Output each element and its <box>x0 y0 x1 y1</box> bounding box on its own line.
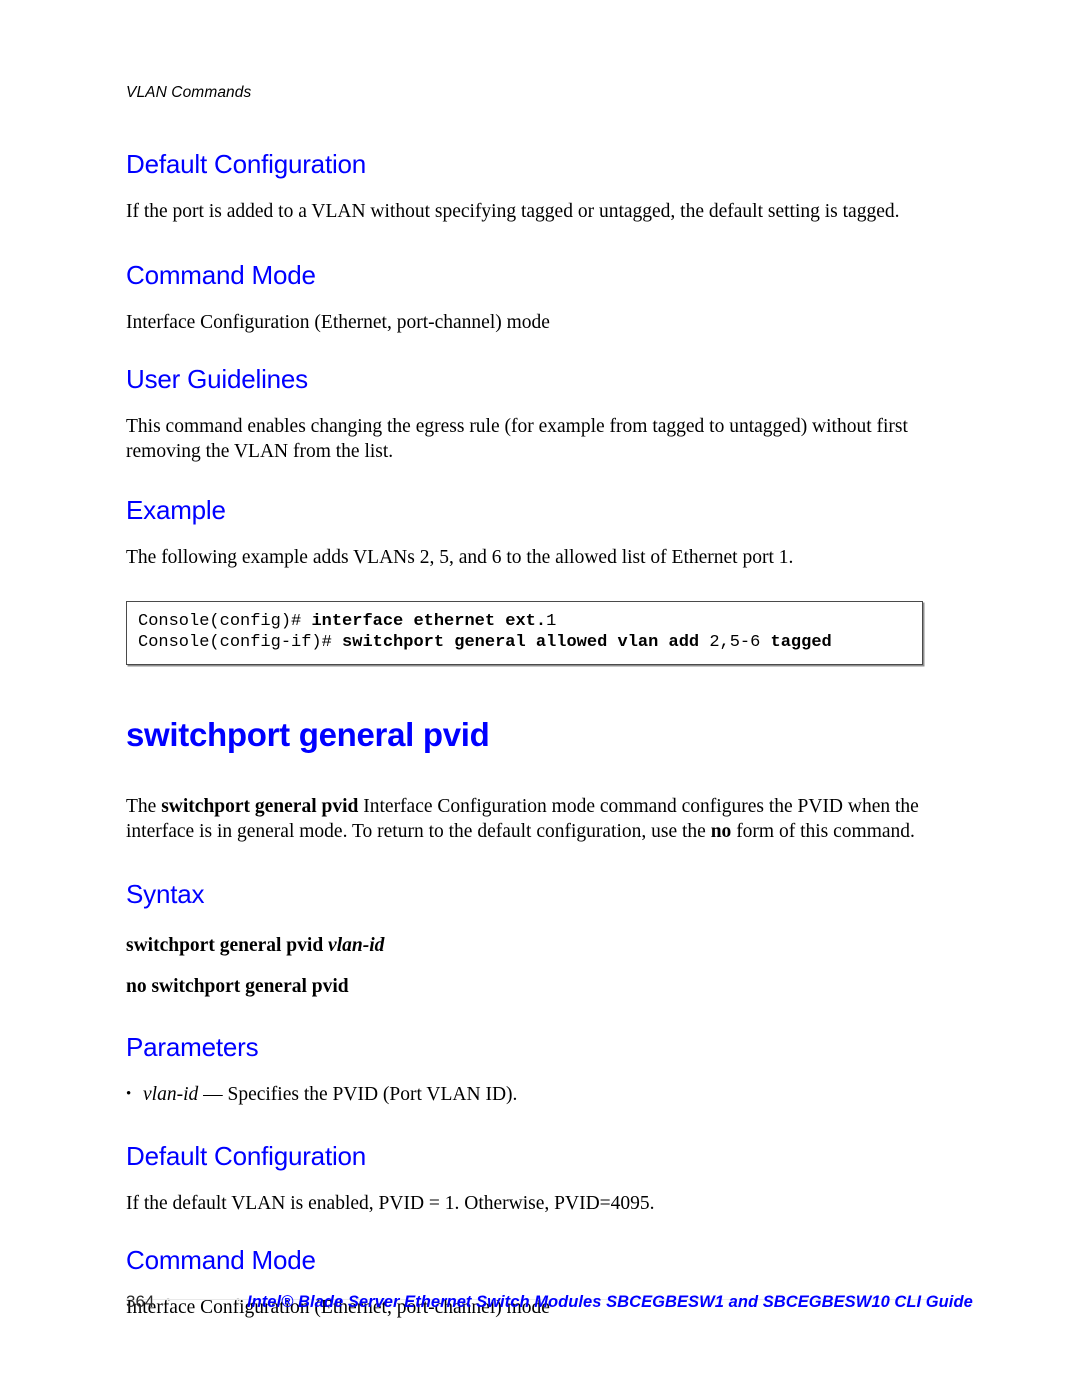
parameters-list: vlan-id — Specifies the PVID (Port VLAN … <box>126 1082 956 1108</box>
body-command-intro: The switchport general pvid Interface Co… <box>126 795 956 844</box>
console-prompt-2: Console(config-if)# <box>138 633 343 653</box>
parameter-separator: — <box>198 1084 228 1106</box>
syntax-line-2: no switchport general pvid <box>126 975 956 1000</box>
syntax-command: switchport general pvid <box>126 935 329 957</box>
body-command-mode-1: Interface Configuration (Ethernet, port-… <box>126 311 550 333</box>
command-title: switchport general pvid <box>126 715 490 753</box>
syntax-parameter: vlan-id <box>328 935 385 957</box>
console-command-1: interface ethernet ext. <box>311 611 547 631</box>
list-item: vlan-id — Specifies the PVID (Port VLAN … <box>126 1082 956 1108</box>
syntax-line-1: switchport general pvid vlan-id <box>126 934 956 959</box>
console-line-2: Console(config-if)# switchport general a… <box>138 632 911 654</box>
body-example: The following example adds VLANs 2, 5, a… <box>126 547 794 569</box>
running-header: VLAN Commands <box>126 84 252 101</box>
command-intro-name: switchport general pvid <box>161 796 359 818</box>
console-prompt-1: Console(config)# <box>138 611 312 631</box>
console-arg-1: 1 <box>546 611 557 631</box>
console-example-block: Console(config)# interface ethernet ext.… <box>126 600 923 665</box>
parameter-term: vlan-id <box>143 1084 199 1106</box>
console-line-1: Console(config)# interface ethernet ext.… <box>138 611 911 633</box>
body-user-guidelines: This command enables changing the egress… <box>126 416 908 462</box>
body-default-configuration-1: If the port is added to a VLAN without s… <box>126 201 900 223</box>
console-command-2: switchport general allowed vlan add <box>342 633 710 653</box>
heading-parameters: Parameters <box>126 1032 259 1063</box>
body-default-configuration-2: If the default VLAN is enabled, PVID = 1… <box>126 1192 655 1214</box>
command-intro-lead: The <box>126 796 162 818</box>
syntax-no-command: no switchport general pvid <box>126 975 349 997</box>
console-arg-2: 2,5-6 <box>709 633 761 653</box>
command-intro-tail: form of this command. <box>731 820 915 842</box>
footer-page-number: 364 <box>126 1292 155 1311</box>
heading-default-configuration-2: Default Configuration <box>126 1140 367 1171</box>
command-intro-no-keyword: no <box>710 820 732 842</box>
heading-command-mode-1: Command Mode <box>126 259 316 290</box>
heading-command-mode-2: Command Mode <box>126 1245 316 1276</box>
console-keyword-2: tagged <box>760 633 832 653</box>
heading-default-configuration-1: Default Configuration <box>126 149 367 179</box>
document-page: VLAN Commands Default Configuration If t… <box>0 0 1080 1397</box>
heading-user-guidelines: User Guidelines <box>126 364 308 395</box>
footer-guide-title: Intel® Blade Server Ethernet Switch Modu… <box>247 1293 973 1311</box>
heading-syntax: Syntax <box>126 879 205 910</box>
parameter-definition: Specifies the PVID (Port VLAN ID). <box>227 1084 518 1106</box>
page-content: Default Configuration If the port is add… <box>126 150 956 1321</box>
heading-example: Example <box>126 495 226 526</box>
